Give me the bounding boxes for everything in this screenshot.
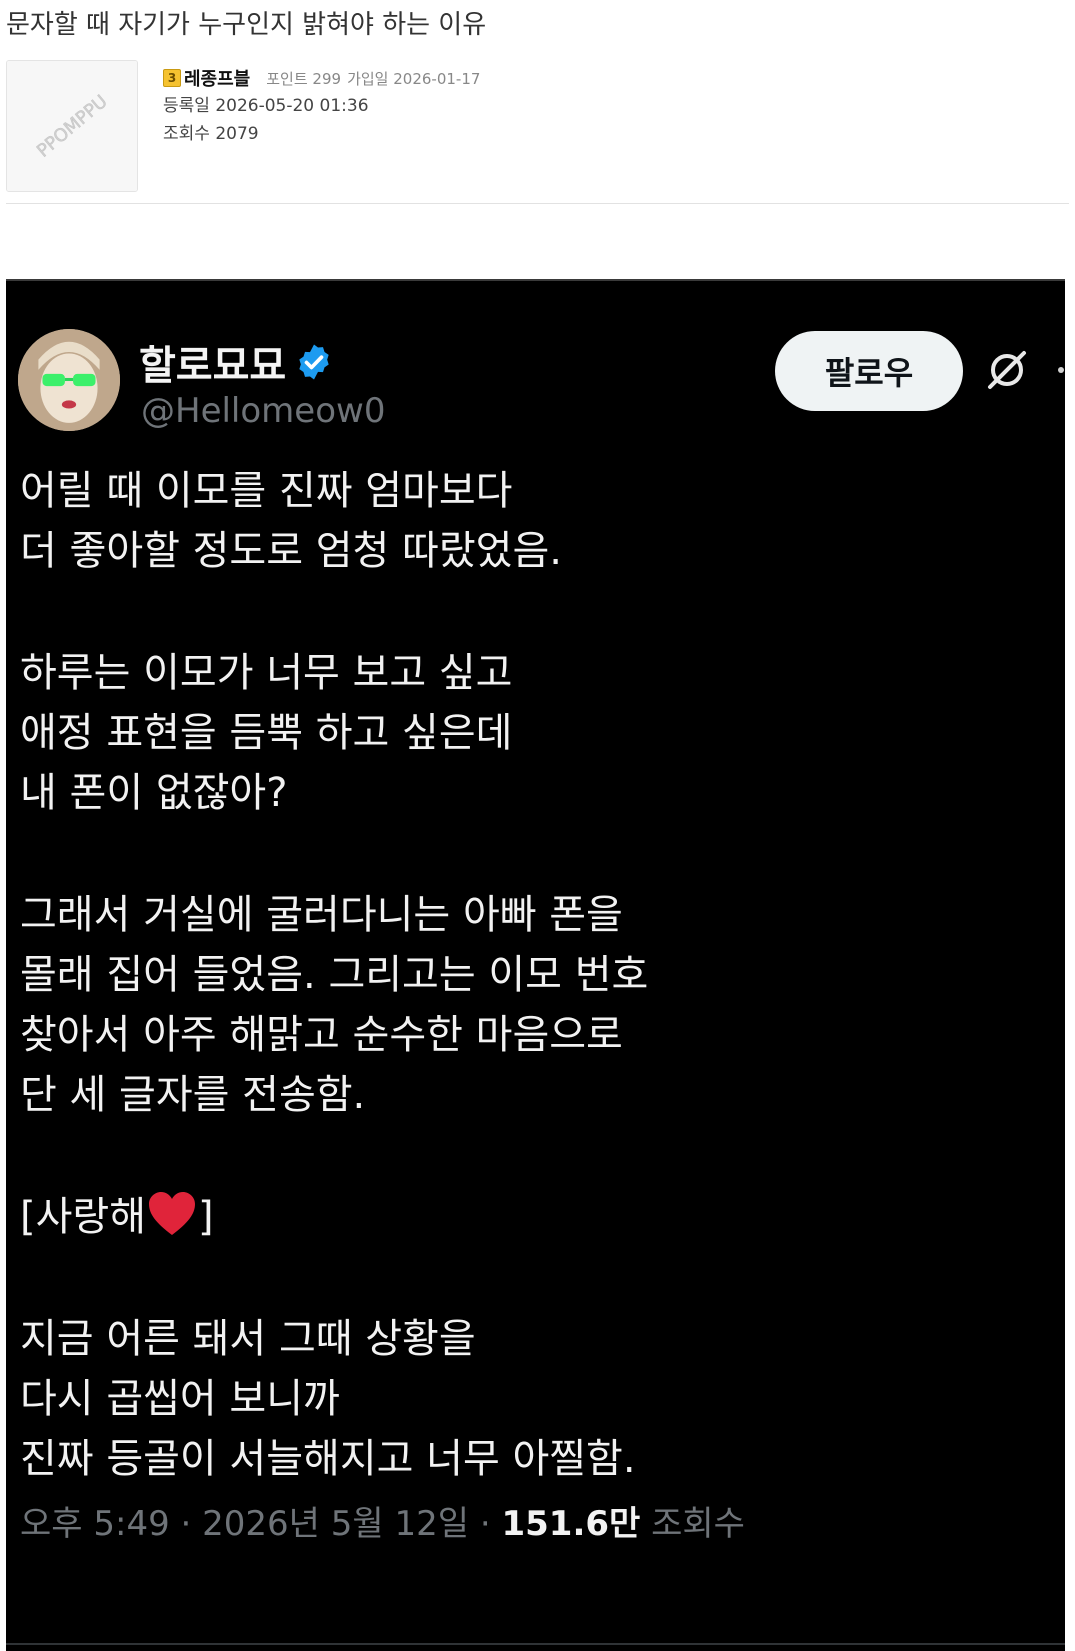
tweet-line: 찾아서 아주 해맑고 순수한 마음으로 xyxy=(20,1012,623,1058)
header-divider xyxy=(6,203,1069,204)
tweet-timestamp: 오후 5:49 · 2026년 5월 12일 · 151.6만 조회수 xyxy=(20,1496,745,1545)
tweet-handle[interactable]: @Hellomeow0 xyxy=(141,391,385,431)
follow-button[interactable]: 팔로우 xyxy=(775,331,963,411)
tweet-line: 어릴 때 이모를 진짜 엄마보다 xyxy=(20,468,513,514)
post-title: 문자할 때 자기가 누구인지 밝혀야 하는 이유 xyxy=(6,10,487,40)
more-options-icon[interactable] xyxy=(1058,367,1064,373)
post-meta: 3 레종프블 포인트 299 가입일 2026-01-17 등록일 2026-0… xyxy=(163,64,486,148)
tweet-line: 더 좋아할 정도로 엄청 따랐었음. xyxy=(20,528,562,574)
post-registered-date: 등록일 2026-05-20 01:36 xyxy=(163,96,369,116)
tweet-line: 내 폰이 없잖아? xyxy=(20,770,288,816)
avatar-face-icon xyxy=(18,329,120,431)
message-close: ] xyxy=(198,1194,214,1240)
tweet-body: 어릴 때 이모를 진짜 엄마보다 더 좋아할 정도로 엄청 따랐었음. 하루는 … xyxy=(20,461,1050,1489)
tweet-message-line: [사랑해] xyxy=(20,1187,1050,1247)
grok-icon[interactable] xyxy=(984,347,1030,393)
author-profile-image[interactable]: PPOMPPU xyxy=(6,60,138,192)
tweet-line: 애정 표현을 듬뿍 하고 싶은데 xyxy=(20,710,513,756)
separator: · xyxy=(180,1504,192,1544)
tweet-avatar xyxy=(18,329,120,431)
tweet-time[interactable]: 오후 5:49 xyxy=(20,1504,170,1544)
tweet-line: 그래서 거실에 굴러다니는 아빠 폰을 xyxy=(20,892,623,938)
tweet-views-label: 조회수 xyxy=(651,1504,745,1544)
tweet-line: 하루는 이모가 너무 보고 싶고 xyxy=(20,650,513,696)
message-open: [사랑해 xyxy=(20,1194,147,1240)
display-name-text: 할로묘묘 xyxy=(139,343,287,389)
tweet-line: 몰래 집어 들었음. 그리고는 이모 번호 xyxy=(20,952,649,998)
tweet-display-name[interactable]: 할로묘묘 xyxy=(139,333,334,391)
author-points: 포인트 299 xyxy=(266,69,342,88)
post-view-count: 조회수 2079 xyxy=(163,124,259,144)
tweet-screenshot: 할로묘묘 @Hellomeow0 팔로우 어릴 때 이모를 진짜 엄마보다 더 … xyxy=(6,279,1065,1651)
tweet-date[interactable]: 2026년 5월 12일 xyxy=(202,1504,469,1544)
level-badge-icon: 3 xyxy=(163,69,181,87)
ppomppu-watermark-icon: PPOMPPU xyxy=(7,61,137,191)
tweet-bottom-divider xyxy=(6,1643,1065,1645)
red-heart-icon xyxy=(149,1192,196,1235)
author-joined: 가입일 2026-01-17 xyxy=(347,69,481,88)
tweet-line: 지금 어른 돼서 그때 상황을 xyxy=(20,1316,476,1362)
separator: · xyxy=(479,1504,491,1544)
tweet-line: 진짜 등골이 서늘해지고 너무 아찔함. xyxy=(20,1436,636,1482)
verified-badge-icon xyxy=(299,344,329,380)
tweet-views-count: 151.6만 xyxy=(501,1504,641,1544)
tweet-line: 단 세 글자를 전송함. xyxy=(20,1072,366,1118)
author-nickname[interactable]: 레종프블 xyxy=(184,65,250,91)
tweet-line: 다시 곱씹어 보니까 xyxy=(20,1376,340,1422)
